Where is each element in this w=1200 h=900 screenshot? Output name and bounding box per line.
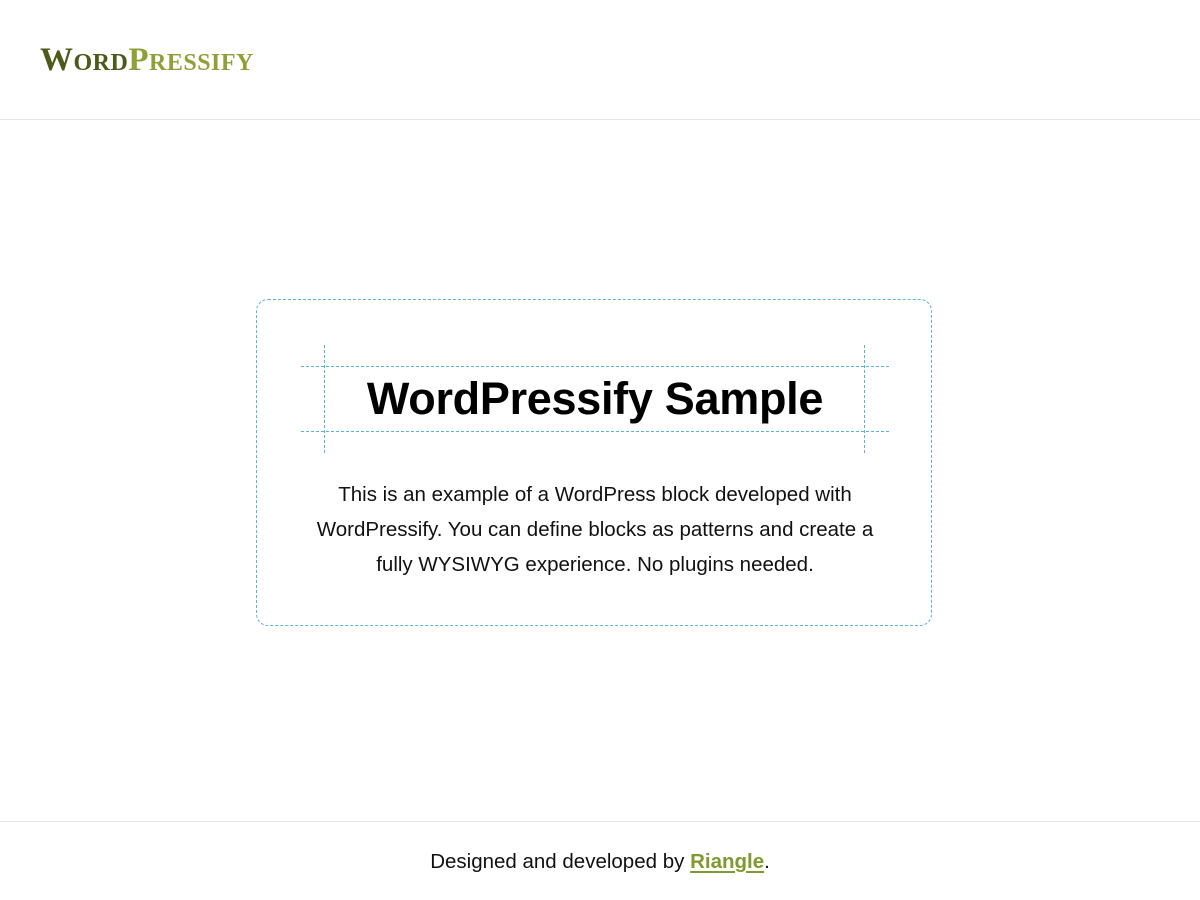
- site-logo[interactable]: Word Pressify: [40, 42, 254, 81]
- guide-line-bottom: [301, 431, 889, 432]
- logo-word-two-initial: P: [128, 42, 150, 78]
- footer-author-link[interactable]: Riangle: [690, 850, 764, 873]
- logo-word-one-initial: W: [40, 42, 74, 78]
- logo-word-one: Word: [40, 42, 128, 81]
- site-header: Word Pressify: [0, 0, 1200, 120]
- site-footer: Designed and developed by Riangle.: [0, 821, 1200, 900]
- footer-credit-suffix: .: [764, 850, 770, 873]
- footer-credit: Designed and developed by Riangle.: [0, 849, 1200, 875]
- guide-line-top: [301, 366, 889, 367]
- footer-credit-prefix: Designed and developed by: [430, 850, 691, 873]
- logo-word-one-rest: ord: [73, 50, 129, 76]
- sample-description: This is an example of a WordPress block …: [316, 483, 874, 576]
- sample-block[interactable]: WordPressify Sample This is an example o…: [256, 299, 932, 626]
- logo-word-two-rest: ressify: [149, 50, 254, 76]
- sample-title: WordPressify Sample: [366, 373, 824, 424]
- logo-word-two: Pressify: [128, 42, 254, 81]
